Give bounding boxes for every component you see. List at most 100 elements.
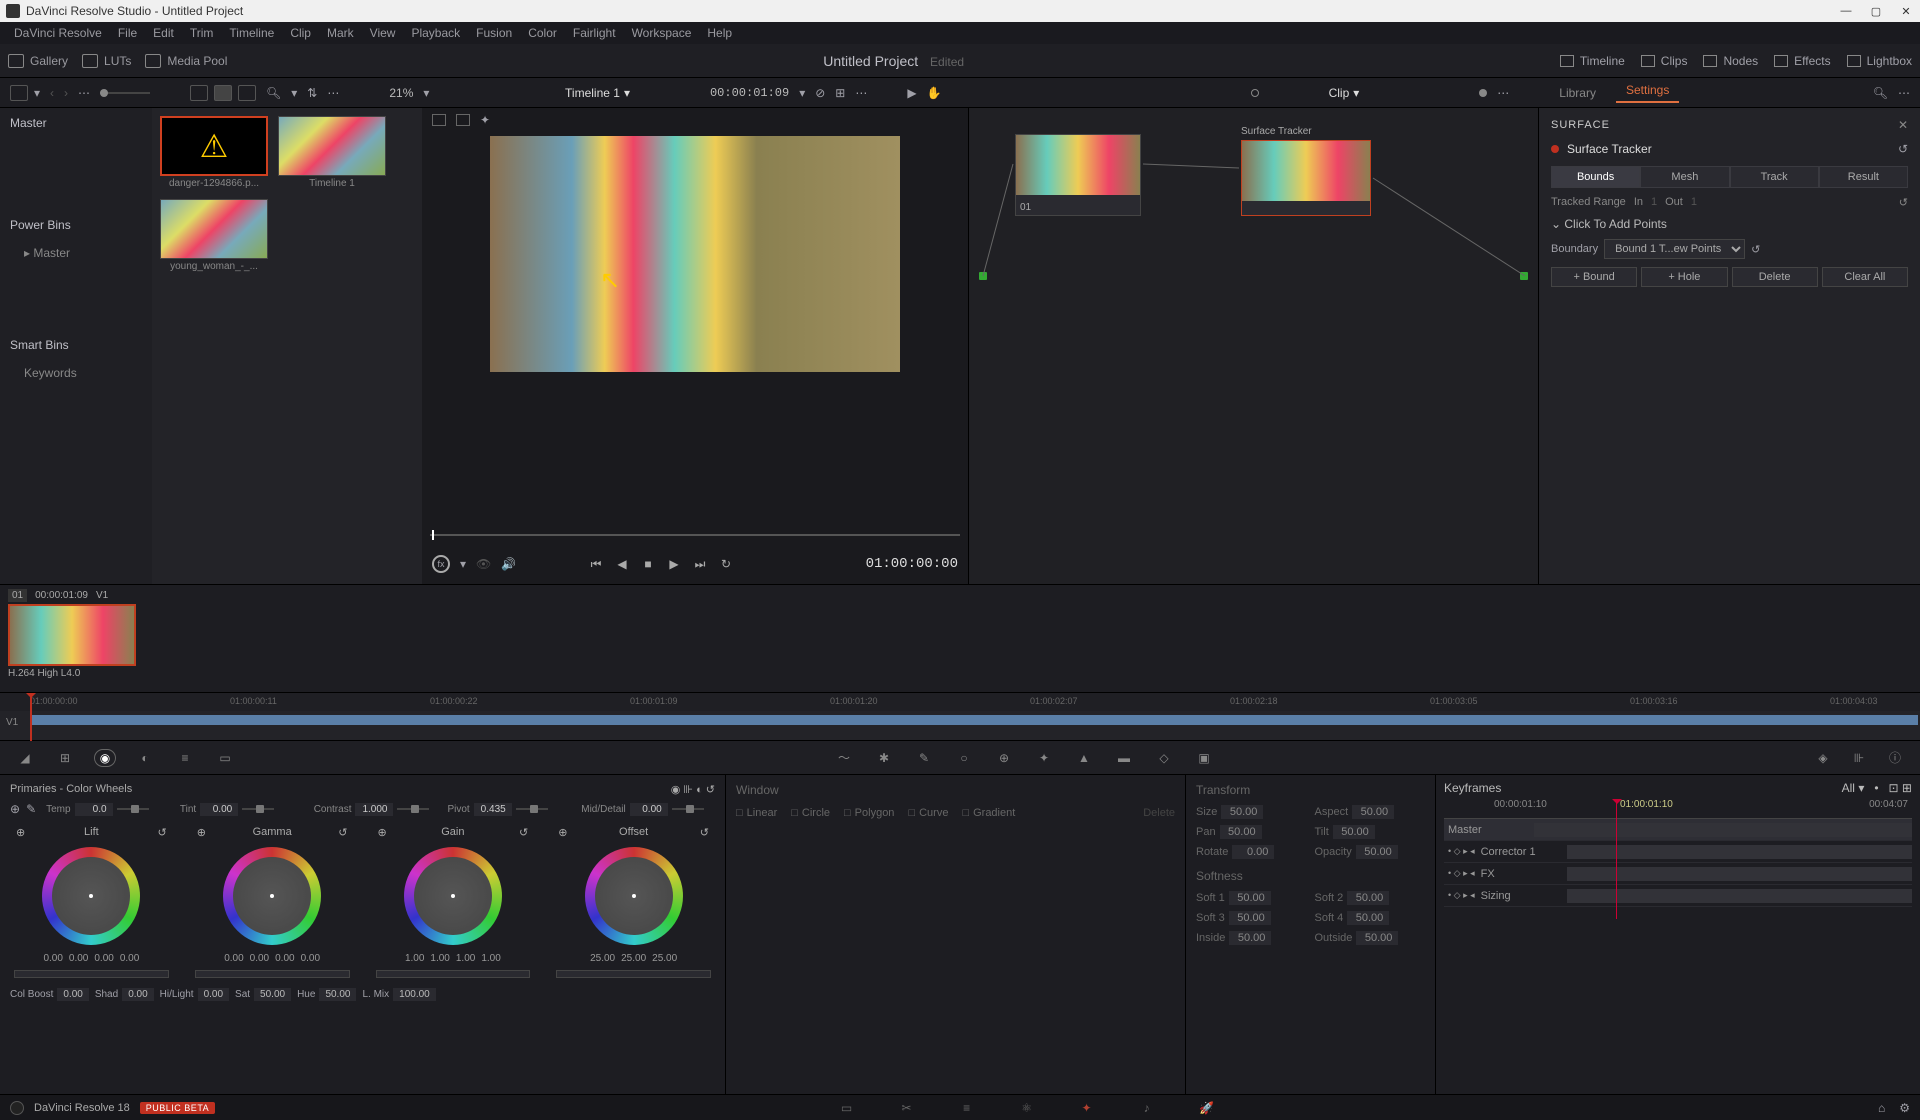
keywords-bin[interactable]: Keywords (10, 366, 142, 380)
menu-color[interactable]: Color (520, 26, 565, 40)
chevron-down-icon[interactable]: ▾ (291, 86, 297, 100)
dropper-icon[interactable]: ✎ (913, 749, 935, 767)
reset-icon[interactable]: ↺ (1751, 243, 1760, 256)
grid-icon[interactable]: ⊞ (835, 86, 845, 100)
shape-gradient[interactable]: □Gradient (962, 807, 1015, 819)
picker-icon[interactable]: ✎ (26, 802, 36, 816)
tracker-tab-result[interactable]: Result (1819, 166, 1908, 188)
hand-icon[interactable]: ✋ (927, 86, 942, 100)
tab-settings[interactable]: Settings (1616, 83, 1679, 103)
more-icon[interactable]: ⋯ (1497, 86, 1509, 100)
zoom-level[interactable]: 21% (389, 86, 413, 100)
menu-help[interactable]: Help (699, 26, 740, 40)
shape-polygon[interactable]: □Polygon (844, 807, 894, 819)
3d-icon[interactable]: ▣ (1193, 749, 1215, 767)
shape-linear[interactable]: □Linear (736, 807, 777, 819)
lift-wheel[interactable]: ⊕Lift↺0.000.000.000.00 (10, 826, 173, 978)
shape-curve[interactable]: □Curve (908, 807, 948, 819)
menu-edit[interactable]: Edit (145, 26, 182, 40)
nav-back-icon[interactable]: ‹ (50, 86, 54, 100)
smart-bins[interactable]: Smart Bins (10, 338, 142, 352)
search-icon[interactable]: 🔍︎ (266, 86, 281, 100)
view-list-icon[interactable] (190, 85, 208, 101)
gamma-wheel[interactable]: ⊕Gamma↺0.000.000.000.00 (191, 826, 354, 978)
reset-icon[interactable]: ↺ (706, 784, 715, 796)
first-frame-button[interactable]: ⏮ (586, 556, 606, 572)
timeline-button[interactable]: Timeline (1560, 54, 1625, 68)
curve-icon[interactable]: ～ (833, 749, 855, 767)
viewer-mode-icon[interactable] (432, 114, 446, 126)
luts-button[interactable]: LUTs (82, 54, 131, 68)
temp-slider[interactable]: Temp0.0 (46, 802, 180, 816)
more-icon[interactable]: ⋯ (78, 86, 90, 100)
maximize-button[interactable]: ▢ (1868, 3, 1884, 19)
pivot-slider[interactable]: Pivot0.435 (447, 802, 581, 816)
chevron-down-icon[interactable]: ▾ (460, 557, 466, 571)
bar-mode-icon[interactable]: ⊪ (683, 784, 693, 796)
track-icon[interactable]: ⊕ (993, 749, 1015, 767)
menu-mark[interactable]: Mark (319, 26, 362, 40)
fx-icon[interactable]: fx (432, 555, 450, 573)
chevron-down-icon[interactable]: ▾ (1353, 86, 1359, 100)
info-icon[interactable]: ⓘ (1884, 749, 1906, 767)
wheel-mode-icon[interactable]: ◉ (671, 784, 681, 796)
deliver-page-icon[interactable]: 🚀 (1197, 1100, 1217, 1116)
track-clip[interactable] (30, 715, 1918, 725)
aspect-field[interactable]: Aspect50.00 (1315, 805, 1426, 819)
clip-thumbnail[interactable]: young_woman_-_... (160, 199, 268, 272)
keyframe-track-sizing[interactable]: • ◇ ▸ ◂Sizing (1444, 885, 1912, 907)
fusion-page-icon[interactable]: ⚛ (1017, 1100, 1037, 1116)
soft4-field[interactable]: Soft 450.00 (1315, 911, 1426, 925)
effects-button[interactable]: Effects (1774, 54, 1830, 68)
tracker-tab-mesh[interactable]: Mesh (1640, 166, 1729, 188)
viewer-image[interactable]: ↖ (490, 136, 900, 372)
stop-button[interactable]: ■ (638, 556, 658, 572)
cut-page-icon[interactable]: ✂ (897, 1100, 917, 1116)
node-graph[interactable]: 01 Surface Tracker (968, 108, 1538, 584)
menu-file[interactable]: File (110, 26, 145, 40)
clips-button[interactable]: Clips (1641, 54, 1688, 68)
clip-thumbnail[interactable]: danger-1294866.p... (160, 116, 268, 189)
prev-frame-button[interactable]: ◀ (612, 556, 632, 572)
dot-icon[interactable] (1479, 89, 1487, 97)
hilight-value[interactable]: Hi/Light0.00 (160, 988, 229, 1001)
hdr-icon[interactable]: ◐ (134, 749, 156, 767)
contrast-slider[interactable]: Contrast1.000 (314, 802, 448, 816)
tracker-clear-all-button[interactable]: Clear All (1822, 267, 1908, 287)
shape-circle[interactable]: □Circle (791, 807, 830, 819)
minimize-button[interactable]: — (1838, 3, 1854, 19)
viewer-timecode[interactable]: 01:00:00:00 (866, 556, 958, 572)
colboost-value[interactable]: Col Boost0.00 (10, 988, 89, 1001)
node-source[interactable]: 01 (1015, 134, 1141, 216)
pointer-icon[interactable]: ▶ (907, 86, 916, 100)
more-icon[interactable]: ⋯ (1898, 86, 1910, 100)
close-icon[interactable]: ✕ (1898, 118, 1908, 132)
blur-icon[interactable]: ▲ (1073, 749, 1095, 767)
fairlight-page-icon[interactable]: ♪ (1137, 1100, 1157, 1116)
reset-icon[interactable]: ↺ (1899, 196, 1908, 209)
keyframe-track-corrector-1[interactable]: • ◇ ▸ ◂Corrector 1 (1444, 841, 1912, 863)
tab-library[interactable]: Library (1549, 86, 1606, 100)
tilt-field[interactable]: Tilt50.00 (1315, 825, 1426, 839)
soft1-field[interactable]: Soft 150.00 (1196, 891, 1307, 905)
pan-field[interactable]: Pan50.00 (1196, 825, 1307, 839)
histogram-icon[interactable]: ⊪ (1848, 749, 1870, 767)
menu-playback[interactable]: Playback (403, 26, 468, 40)
window-icon[interactable]: ○ (953, 749, 975, 767)
nav-fwd-icon[interactable]: › (64, 86, 68, 100)
reset-icon[interactable]: ↺ (1898, 142, 1908, 156)
unmute-icon[interactable]: 👁 (476, 557, 491, 571)
viewer-split-icon[interactable] (456, 114, 470, 126)
dot-icon[interactable] (1251, 89, 1259, 97)
media-sort-icon[interactable] (10, 85, 28, 101)
gallery-button[interactable]: Gallery (8, 54, 68, 68)
mini-timeline[interactable]: 01:00:00:0001:00:00:1101:00:00:2201:00:0… (0, 692, 1920, 740)
log-mode-icon[interactable]: ◐ (696, 784, 703, 796)
soft3-field[interactable]: Soft 350.00 (1196, 911, 1307, 925)
more-icon[interactable]: ⋯ (327, 86, 339, 100)
more-icon[interactable]: ⋯ (855, 86, 867, 100)
clip-dropdown[interactable]: Clip (1329, 86, 1350, 100)
outside-field[interactable]: Outside50.00 (1315, 931, 1426, 945)
tint-slider[interactable]: Tint0.00 (180, 802, 314, 816)
lmix-value[interactable]: L. Mix100.00 (362, 988, 435, 1001)
